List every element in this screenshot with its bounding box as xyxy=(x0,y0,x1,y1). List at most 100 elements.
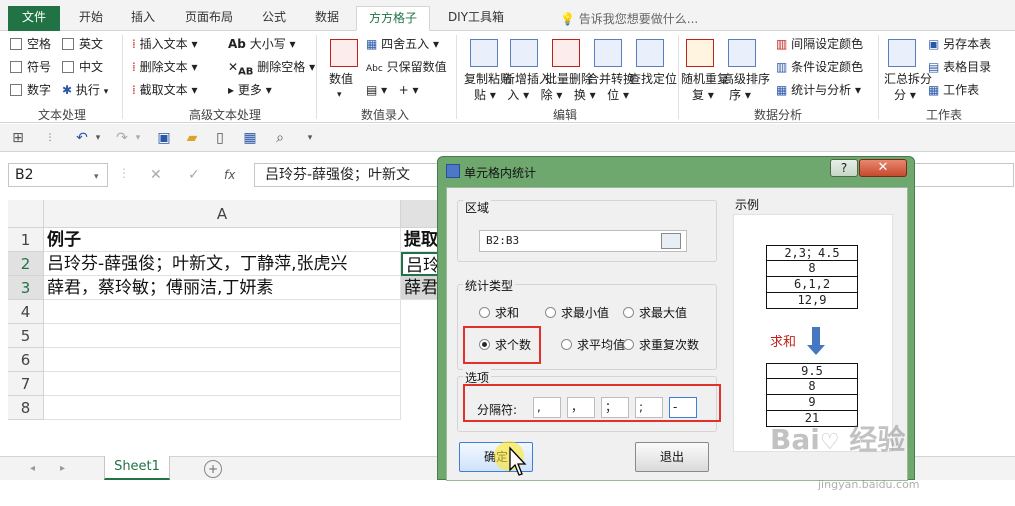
checkbox-symbol[interactable] xyxy=(10,61,22,73)
cell-a2[interactable]: 吕玲芬-薛强俊；叶新文，丁静萍,张虎兴 xyxy=(44,252,401,276)
divider xyxy=(878,35,879,119)
cell-a4[interactable] xyxy=(44,300,401,324)
close-button[interactable]: ✕ xyxy=(859,159,907,177)
numeric-button[interactable]: 数值 xyxy=(329,71,353,87)
customize-qat-icon[interactable]: ▾ xyxy=(302,130,318,146)
sheet-tab-sheet1[interactable]: Sheet1 xyxy=(104,456,170,480)
undo-icon[interactable]: ↶ xyxy=(74,130,90,146)
tab-home[interactable]: 开始 xyxy=(68,6,114,31)
checkbox-chinese[interactable] xyxy=(62,61,74,73)
round-button[interactable]: ▦ 四舍五入 ▾ xyxy=(366,36,439,52)
advanced-sort-button[interactable]: 高级排序 xyxy=(722,71,770,87)
cell-b2[interactable]: 吕玲 xyxy=(401,252,441,276)
radio-sum[interactable] xyxy=(479,307,490,318)
example-output-cell: 9 xyxy=(766,395,858,411)
condition-color-button[interactable]: ▥ 条件设定颜色 xyxy=(776,59,863,75)
checkbox-english[interactable] xyxy=(62,38,74,50)
open-folder-icon[interactable]: ▰ xyxy=(184,130,200,146)
cancel-icon[interactable]: ✕ xyxy=(150,167,162,183)
tab-insert[interactable]: 插入 xyxy=(120,6,166,31)
more-button[interactable]: ▸ 更多 ▾ xyxy=(228,82,272,98)
row-header-4[interactable]: 4 xyxy=(8,300,44,324)
new-file-icon[interactable]: ▯ xyxy=(212,130,228,146)
remove-spaces-icon: ✕AB xyxy=(228,60,254,78)
cell-b1[interactable]: 提取 xyxy=(401,228,441,252)
column-header-b[interactable] xyxy=(401,200,441,228)
statistics-button[interactable]: ▦ 统计与分析 ▾ xyxy=(776,82,861,98)
tab-page-layout[interactable]: 页面布局 xyxy=(176,6,242,31)
checkbox-space[interactable] xyxy=(10,38,22,50)
row-header-7[interactable]: 7 xyxy=(8,372,44,396)
example-input-cell: 6,1,2 xyxy=(766,277,858,293)
help-button[interactable]: ? xyxy=(830,159,858,177)
row-header-5[interactable]: 5 xyxy=(8,324,44,348)
find-locate-button[interactable]: 查找定位 xyxy=(629,71,677,87)
random-repeat-button[interactable]: 随机重复 xyxy=(681,71,729,87)
row-header-6[interactable]: 6 xyxy=(8,348,44,372)
interval-color-button[interactable]: ▥ 间隔设定颜色 xyxy=(776,36,863,52)
new-insert-button[interactable]: 新增插入 xyxy=(503,71,551,87)
delete-text-button[interactable]: ⁞ 删除文本 ▾ xyxy=(132,59,198,75)
print-preview-icon[interactable]: ⌕ xyxy=(272,130,288,146)
cell-b3[interactable]: 薛君 xyxy=(401,276,441,300)
radio-average[interactable] xyxy=(561,339,572,350)
execute-button[interactable]: ✱ 执行 ▾ xyxy=(62,82,108,100)
scroll-right-icon[interactable]: ▸ xyxy=(60,461,65,477)
cell-a3[interactable]: 薛君，蔡玲敏；傅丽洁,丁妍素 xyxy=(44,276,401,300)
tab-diy-toolbox[interactable]: DIY工具箱 xyxy=(438,6,514,31)
redo-icon[interactable]: ↷ xyxy=(114,130,130,146)
row-header-3[interactable]: 3 xyxy=(8,276,44,300)
save-as-icon[interactable]: ▦ xyxy=(242,130,258,146)
add-sheet-icon[interactable]: + xyxy=(204,460,222,478)
tab-formulas[interactable]: 公式 xyxy=(252,6,296,31)
radio-duplicate-count-label: 求重复次数 xyxy=(639,338,700,352)
exit-button[interactable]: 退出 xyxy=(635,442,709,472)
tab-fangfang-gezi[interactable]: 方方格子 xyxy=(356,6,430,31)
range-select-icon[interactable] xyxy=(661,233,681,249)
row-header-2[interactable]: 2 xyxy=(8,252,44,276)
case-button[interactable]: Ab 大小写 ▾ xyxy=(228,36,296,52)
keep-numbers-button[interactable]: Abc 只保留数值 xyxy=(366,59,447,77)
row-header-1[interactable]: 1 xyxy=(8,228,44,252)
chevron-down-icon[interactable]: ▾ xyxy=(94,169,99,185)
batch-delete-button[interactable]: 批量删除 xyxy=(545,71,593,87)
range-input[interactable]: B2:B3 xyxy=(479,230,687,252)
radio-min[interactable] xyxy=(545,307,556,318)
cell-a1[interactable]: 例子 xyxy=(44,228,401,252)
insert-text-button[interactable]: ⁞ 插入文本 ▾ xyxy=(132,36,198,52)
sheet-directory-button[interactable]: ▤ 表格目录 xyxy=(928,59,991,75)
merge-convert-button[interactable]: 合并转换 xyxy=(587,71,635,87)
row-header-8[interactable]: 8 xyxy=(8,396,44,420)
cell-a5[interactable] xyxy=(44,324,401,348)
insert-icon xyxy=(510,39,538,67)
save-sheet-button[interactable]: ▣ 另存本表 xyxy=(928,36,991,52)
tab-file[interactable]: 文件 xyxy=(8,6,60,31)
chevron-down-icon[interactable]: ▾ xyxy=(130,130,146,146)
function-icon[interactable]: fx xyxy=(224,167,235,183)
scroll-left-icon[interactable]: ◂ xyxy=(30,461,35,477)
radio-duplicate-count[interactable] xyxy=(623,339,634,350)
remove-spaces-button[interactable]: ✕AB 删除空格 ▾ xyxy=(228,59,315,80)
tab-data[interactable]: 数据 xyxy=(304,6,350,31)
insert-text-icon: ⁞ xyxy=(132,37,136,51)
chevron-down-icon[interactable]: ▾ xyxy=(90,130,106,146)
name-box[interactable]: B2 xyxy=(8,163,108,187)
summary-split-icon xyxy=(888,39,916,67)
copy-paste-button[interactable]: 复制粘贴 xyxy=(464,71,512,87)
checkbox-number[interactable] xyxy=(10,84,22,96)
grid-icon[interactable]: ⊞ xyxy=(10,130,26,146)
cell-a6[interactable] xyxy=(44,348,401,372)
worksheet-button[interactable]: ▦ 工作表 xyxy=(928,82,979,98)
tell-me-box[interactable]: 💡 告诉我您想要做什么... xyxy=(560,10,698,27)
cell-a8[interactable] xyxy=(44,396,401,420)
extract-text-button[interactable]: ⁞ 截取文本 ▾ xyxy=(132,82,198,98)
radio-max[interactable] xyxy=(623,307,634,318)
summary-split-button[interactable]: 汇总拆分 xyxy=(884,71,932,87)
format-button[interactable]: ▤ ▾ + ▾ xyxy=(366,82,419,98)
save-icon[interactable]: ▣ xyxy=(156,130,172,146)
save-sheet-icon: ▣ xyxy=(928,37,940,51)
column-header-a[interactable]: A xyxy=(44,200,401,228)
select-all-corner[interactable] xyxy=(8,200,44,228)
confirm-icon[interactable]: ✓ xyxy=(188,167,200,183)
cell-a7[interactable] xyxy=(44,372,401,396)
